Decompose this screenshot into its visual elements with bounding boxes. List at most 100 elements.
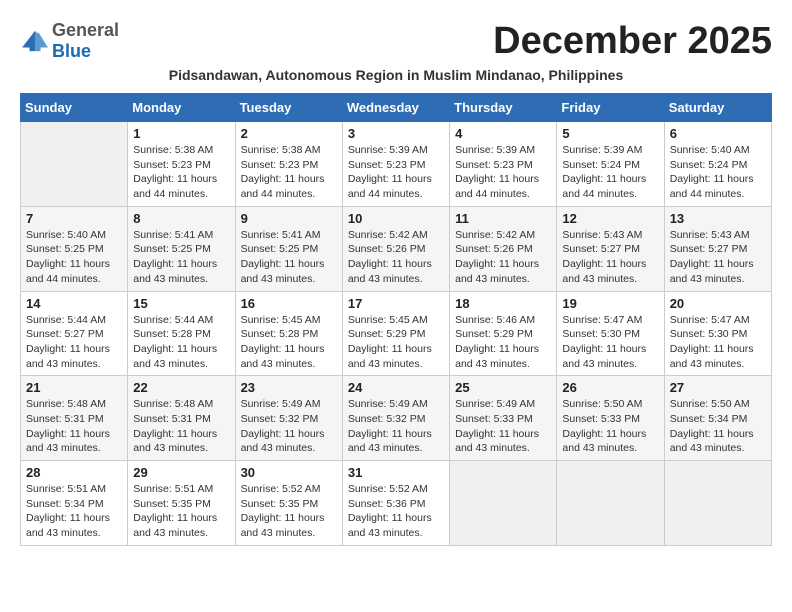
day-number: 6 bbox=[670, 126, 766, 141]
week-row-1: 1 Sunrise: 5:38 AM Sunset: 5:23 PM Daylig… bbox=[21, 122, 772, 207]
day-info: Sunrise: 5:47 AM Sunset: 5:30 PM Dayligh… bbox=[562, 313, 658, 372]
day-info: Sunrise: 5:52 AM Sunset: 5:36 PM Dayligh… bbox=[348, 482, 444, 541]
day-info: Sunrise: 5:48 AM Sunset: 5:31 PM Dayligh… bbox=[133, 397, 229, 456]
day-info: Sunrise: 5:49 AM Sunset: 5:33 PM Dayligh… bbox=[455, 397, 551, 456]
table-cell: 14 Sunrise: 5:44 AM Sunset: 5:27 PM Dayli… bbox=[21, 291, 128, 376]
table-cell: 12 Sunrise: 5:43 AM Sunset: 5:27 PM Dayli… bbox=[557, 206, 664, 291]
day-number: 30 bbox=[241, 465, 337, 480]
table-cell: 17 Sunrise: 5:45 AM Sunset: 5:29 PM Dayli… bbox=[342, 291, 449, 376]
table-cell: 22 Sunrise: 5:48 AM Sunset: 5:31 PM Dayli… bbox=[128, 376, 235, 461]
day-number: 22 bbox=[133, 380, 229, 395]
col-tuesday: Tuesday bbox=[235, 94, 342, 122]
day-info: Sunrise: 5:43 AM Sunset: 5:27 PM Dayligh… bbox=[562, 228, 658, 287]
day-number: 11 bbox=[455, 211, 551, 226]
day-number: 12 bbox=[562, 211, 658, 226]
day-number: 14 bbox=[26, 296, 122, 311]
table-cell: 21Sunrise: 5:48 AM Sunset: 5:31 PM Dayli… bbox=[21, 376, 128, 461]
table-cell: 28 Sunrise: 5:51 AM Sunset: 5:34 PM Dayli… bbox=[21, 461, 128, 546]
table-cell: 9 Sunrise: 5:41 AM Sunset: 5:25 PM Daylig… bbox=[235, 206, 342, 291]
col-friday: Friday bbox=[557, 94, 664, 122]
col-monday: Monday bbox=[128, 94, 235, 122]
week-row-5: 28 Sunrise: 5:51 AM Sunset: 5:34 PM Dayli… bbox=[21, 461, 772, 546]
day-info: Sunrise: 5:46 AM Sunset: 5:29 PM Dayligh… bbox=[455, 313, 551, 372]
day-number: 3 bbox=[348, 126, 444, 141]
col-wednesday: Wednesday bbox=[342, 94, 449, 122]
day-number: 24 bbox=[348, 380, 444, 395]
table-cell bbox=[664, 461, 771, 546]
day-number: 10 bbox=[348, 211, 444, 226]
table-cell: 3 Sunrise: 5:39 AM Sunset: 5:23 PM Daylig… bbox=[342, 122, 449, 207]
header: General Blue December 2025 bbox=[20, 20, 772, 63]
day-number: 18 bbox=[455, 296, 551, 311]
table-cell: 19Sunrise: 5:47 AM Sunset: 5:30 PM Dayli… bbox=[557, 291, 664, 376]
table-cell: 18 Sunrise: 5:46 AM Sunset: 5:29 PM Dayli… bbox=[450, 291, 557, 376]
day-info: Sunrise: 5:49 AM Sunset: 5:32 PM Dayligh… bbox=[348, 397, 444, 456]
table-cell: 8Sunrise: 5:41 AM Sunset: 5:25 PM Daylig… bbox=[128, 206, 235, 291]
table-cell: 29 Sunrise: 5:51 AM Sunset: 5:35 PM Dayli… bbox=[128, 461, 235, 546]
day-info: Sunrise: 5:43 AM Sunset: 5:27 PM Dayligh… bbox=[670, 228, 766, 287]
day-info: Sunrise: 5:42 AM Sunset: 5:26 PM Dayligh… bbox=[348, 228, 444, 287]
day-info: Sunrise: 5:50 AM Sunset: 5:33 PM Dayligh… bbox=[562, 397, 658, 456]
table-cell: 6Sunrise: 5:40 AM Sunset: 5:24 PM Daylig… bbox=[664, 122, 771, 207]
day-info: Sunrise: 5:45 AM Sunset: 5:28 PM Dayligh… bbox=[241, 313, 337, 372]
day-info: Sunrise: 5:38 AM Sunset: 5:23 PM Dayligh… bbox=[241, 143, 337, 202]
day-number: 2 bbox=[241, 126, 337, 141]
calendar-table: Sunday Monday Tuesday Wednesday Thursday… bbox=[20, 93, 772, 546]
table-cell: 7Sunrise: 5:40 AM Sunset: 5:25 PM Daylig… bbox=[21, 206, 128, 291]
week-row-2: 7Sunrise: 5:40 AM Sunset: 5:25 PM Daylig… bbox=[21, 206, 772, 291]
logo-icon bbox=[20, 29, 50, 53]
table-cell: 20 Sunrise: 5:47 AM Sunset: 5:30 PM Dayli… bbox=[664, 291, 771, 376]
col-saturday: Saturday bbox=[664, 94, 771, 122]
day-number: 1 bbox=[133, 126, 229, 141]
table-cell: 26 Sunrise: 5:50 AM Sunset: 5:33 PM Dayli… bbox=[557, 376, 664, 461]
week-row-4: 21 Sunrise: 5:48 AM Sunset: 5:31 PM Dayli… bbox=[21, 376, 772, 461]
day-number: 31 bbox=[348, 465, 444, 480]
day-number: 29 bbox=[133, 465, 229, 480]
day-info: Sunrise: 5:45 AM Sunset: 5:29 PM Dayligh… bbox=[348, 313, 444, 372]
day-info: Sunrise: 5:42 AM Sunset: 5:26 PM Dayligh… bbox=[455, 228, 551, 287]
day-info: Sunrise: 5:39 AM Sunset: 5:23 PM Dayligh… bbox=[348, 143, 444, 202]
day-info: Sunrise: 5:51 AM Sunset: 5:34 PM Dayligh… bbox=[26, 482, 122, 541]
day-info: Sunrise: 5:52 AM Sunset: 5:35 PM Dayligh… bbox=[241, 482, 337, 541]
day-number: 28 bbox=[26, 465, 122, 480]
table-cell bbox=[557, 461, 664, 546]
day-info: Sunrise: 5:51 AM Sunset: 5:35 PM Dayligh… bbox=[133, 482, 229, 541]
table-cell: 24 Sunrise: 5:49 AM Sunset: 5:32 PM Dayli… bbox=[342, 376, 449, 461]
day-info: Sunrise: 5:47 AM Sunset: 5:30 PM Dayligh… bbox=[670, 313, 766, 372]
day-number: 7 bbox=[26, 211, 122, 226]
day-info: Sunrise: 5:44 AM Sunset: 5:27 PM Dayligh… bbox=[26, 313, 122, 372]
table-cell: 31 Sunrise: 5:52 AM Sunset: 5:36 PM Dayli… bbox=[342, 461, 449, 546]
table-cell bbox=[450, 461, 557, 546]
day-number: 16 bbox=[241, 296, 337, 311]
table-cell bbox=[21, 122, 128, 207]
month-title: December 2025 bbox=[493, 20, 772, 63]
day-number: 20 bbox=[670, 296, 766, 311]
logo-general: General bbox=[52, 20, 119, 40]
table-cell: 27Sunrise: 5:50 AM Sunset: 5:34 PM Dayli… bbox=[664, 376, 771, 461]
day-info: Sunrise: 5:39 AM Sunset: 5:24 PM Dayligh… bbox=[562, 143, 658, 202]
day-number: 13 bbox=[670, 211, 766, 226]
logo-text: General Blue bbox=[52, 20, 119, 62]
week-row-3: 14 Sunrise: 5:44 AM Sunset: 5:27 PM Dayli… bbox=[21, 291, 772, 376]
table-cell: 16 Sunrise: 5:45 AM Sunset: 5:28 PM Dayli… bbox=[235, 291, 342, 376]
table-cell: 15Sunrise: 5:44 AM Sunset: 5:28 PM Dayli… bbox=[128, 291, 235, 376]
table-cell: 13 Sunrise: 5:43 AM Sunset: 5:27 PM Dayli… bbox=[664, 206, 771, 291]
day-number: 4 bbox=[455, 126, 551, 141]
day-number: 23 bbox=[241, 380, 337, 395]
subtitle: Pidsandawan, Autonomous Region in Muslim… bbox=[20, 67, 772, 83]
day-number: 26 bbox=[562, 380, 658, 395]
day-info: Sunrise: 5:38 AM Sunset: 5:23 PM Dayligh… bbox=[133, 143, 229, 202]
day-info: Sunrise: 5:41 AM Sunset: 5:25 PM Dayligh… bbox=[133, 228, 229, 287]
day-number: 21 bbox=[26, 380, 122, 395]
day-number: 27 bbox=[670, 380, 766, 395]
day-info: Sunrise: 5:41 AM Sunset: 5:25 PM Dayligh… bbox=[241, 228, 337, 287]
table-cell: 5Sunrise: 5:39 AM Sunset: 5:24 PM Daylig… bbox=[557, 122, 664, 207]
day-number: 17 bbox=[348, 296, 444, 311]
day-number: 9 bbox=[241, 211, 337, 226]
table-cell: 30 Sunrise: 5:52 AM Sunset: 5:35 PM Dayli… bbox=[235, 461, 342, 546]
col-sunday: Sunday bbox=[21, 94, 128, 122]
day-number: 15 bbox=[133, 296, 229, 311]
col-thursday: Thursday bbox=[450, 94, 557, 122]
table-cell: 11 Sunrise: 5:42 AM Sunset: 5:26 PM Dayli… bbox=[450, 206, 557, 291]
table-cell: 10 Sunrise: 5:42 AM Sunset: 5:26 PM Dayli… bbox=[342, 206, 449, 291]
